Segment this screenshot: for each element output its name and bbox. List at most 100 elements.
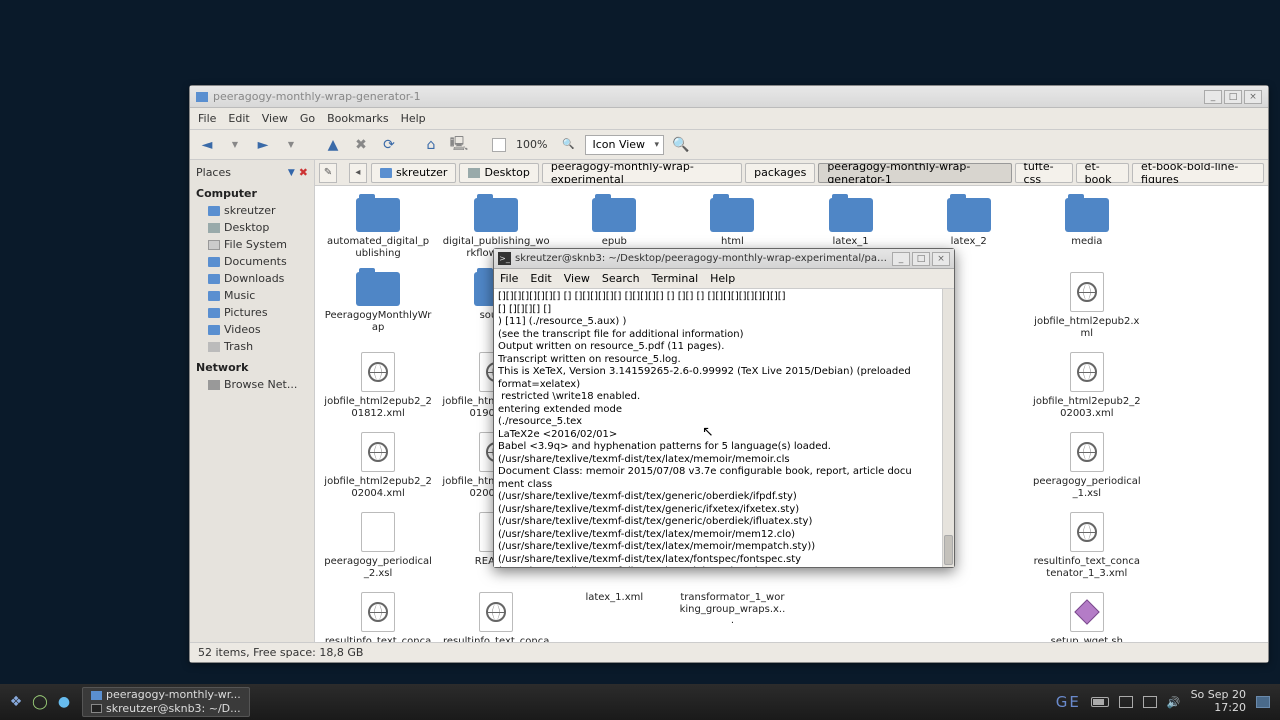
keyboard-layout-indicator[interactable]: GE	[1056, 693, 1081, 711]
file-item[interactable]: transformator_1_working_group_wraps.x...	[677, 592, 787, 642]
term-menu-terminal[interactable]: Terminal	[652, 272, 699, 285]
close-button[interactable]: ×	[1244, 90, 1262, 104]
folder-icon	[474, 198, 518, 232]
term-menu-file[interactable]: File	[500, 272, 518, 285]
menu-view[interactable]: View	[262, 112, 288, 125]
file-item[interactable]: latex_1.xml	[559, 592, 669, 642]
file-item[interactable]: jobfile_html2epub2_202003.xml	[1032, 352, 1142, 420]
term-menubar: File Edit View Search Terminal Help	[494, 269, 954, 289]
forward-menu-icon[interactable]: ▼	[280, 134, 302, 156]
start-menu-button[interactable]: ❖	[6, 692, 26, 712]
file-item[interactable]: jobfile_html2epub2_202004.xml	[323, 432, 433, 500]
file-label: peeragogy_periodical_2.xsl	[324, 556, 432, 580]
menu-help[interactable]: Help	[401, 112, 426, 125]
xml-file-icon	[1070, 272, 1104, 312]
volume-icon[interactable]: 🔊	[1167, 696, 1181, 709]
zoom-fit-icon[interactable]	[492, 138, 506, 152]
clock[interactable]: So Sep 20 17:20	[1191, 689, 1246, 714]
term-minimize-button[interactable]: _	[892, 252, 910, 266]
sidebar-item[interactable]: Desktop	[190, 219, 314, 236]
web-browser-button[interactable]: ●	[54, 692, 74, 712]
term-menu-view[interactable]: View	[564, 272, 590, 285]
sidebar-item-icon	[208, 308, 220, 318]
file-label: resultinfo_text_concatenator_1_202005_wo…	[324, 636, 432, 642]
tray-icon-1[interactable]	[1119, 696, 1133, 708]
file-item[interactable]: PeeragogyMonthlyWrap	[323, 272, 433, 340]
sidebar-item[interactable]: Trash	[190, 338, 314, 355]
terminal-output[interactable]: [][][][][][][][] [] [][][][][][] [][][][…	[494, 289, 954, 567]
xml-file-icon	[361, 592, 395, 632]
forward-button[interactable]: ►	[252, 134, 274, 156]
battery-icon[interactable]	[1091, 697, 1109, 707]
stop-button[interactable]: ✖	[350, 134, 372, 156]
places-collapse-icon[interactable]: ▼	[288, 168, 295, 178]
term-title-text: skreutzer@sknb3: ~/Desktop/peeragogy-mon…	[515, 253, 890, 264]
file-item[interactable]: jobfile_html2epub2.xml	[1032, 272, 1142, 340]
breadcrumb-segment[interactable]: peeragogy-monthly-wrap-experimental	[542, 163, 742, 183]
sidebar-item[interactable]: Pictures	[190, 304, 314, 321]
sidebar-item[interactable]: File System	[190, 236, 314, 253]
activities-button[interactable]: ◯	[30, 692, 50, 712]
sidebar-item-icon	[208, 206, 220, 216]
breadcrumb-segment[interactable]: et-book-bold-line-figures	[1132, 163, 1264, 183]
term-menu-help[interactable]: Help	[710, 272, 735, 285]
term-maximize-button[interactable]: □	[912, 252, 930, 266]
term-scroll-thumb[interactable]	[944, 535, 953, 565]
file-item[interactable]: resultinfo_text_concatenator_1_202005_wo…	[323, 592, 433, 642]
tray-icon-2[interactable]	[1143, 696, 1157, 708]
breadcrumb-segment[interactable]: skreutzer	[371, 163, 457, 183]
edit-path-button[interactable]: ✎	[319, 163, 337, 183]
breadcrumb-segment[interactable]: tufte-css	[1015, 163, 1073, 183]
fm-titlebar[interactable]: peeragogy-monthly-wrap-generator-1 _ □ ×	[190, 86, 1268, 108]
file-label: PeeragogyMonthlyWrap	[324, 310, 432, 334]
reload-button[interactable]: ⟳	[378, 134, 400, 156]
breadcrumb-segment[interactable]: packages	[745, 163, 815, 183]
back-menu-icon[interactable]: ▼	[224, 134, 246, 156]
back-button[interactable]: ◄	[196, 134, 218, 156]
terminal-icon	[91, 704, 102, 713]
maximize-button[interactable]: □	[1224, 90, 1242, 104]
breadcrumb-segment[interactable]: Desktop	[459, 163, 538, 183]
zoom-in-icon[interactable]: 🔍	[557, 134, 579, 156]
folder-icon	[829, 198, 873, 232]
taskbar-task-filemanager[interactable]: peeragogy-monthly-wr... skreutzer@sknb3:…	[82, 687, 250, 717]
up-button[interactable]: ▲	[322, 134, 344, 156]
sidebar-item[interactable]: Downloads	[190, 270, 314, 287]
file-item[interactable]: resultinfo_text_concatenator_1_202008_wo…	[441, 592, 551, 642]
show-desktop-button[interactable]	[1256, 696, 1270, 708]
term-menu-search[interactable]: Search	[602, 272, 640, 285]
file-label: jobfile_html2epub2.xml	[1033, 316, 1141, 340]
menu-edit[interactable]: Edit	[228, 112, 249, 125]
term-close-button[interactable]: ×	[932, 252, 950, 266]
term-titlebar[interactable]: >_ skreutzer@sknb3: ~/Desktop/peeragogy-…	[494, 249, 954, 269]
folder-icon	[710, 198, 754, 232]
crumb-scroll-left[interactable]: ◂	[349, 163, 367, 183]
menu-go[interactable]: Go	[300, 112, 315, 125]
sidebar-item[interactable]: Browse Net...	[190, 376, 314, 393]
file-item[interactable]: media	[1032, 198, 1142, 260]
file-item[interactable]: jobfile_html2epub2_201812.xml	[323, 352, 433, 420]
sidebar-item[interactable]: skreutzer	[190, 202, 314, 219]
file-item[interactable]: peeragogy_periodical_1.xsl	[1032, 432, 1142, 500]
sidebar-item[interactable]: Videos	[190, 321, 314, 338]
sidebar-item[interactable]: Documents	[190, 253, 314, 270]
view-mode-select[interactable]: Icon View	[585, 135, 664, 155]
minimize-button[interactable]: _	[1204, 90, 1222, 104]
term-scrollbar[interactable]	[942, 289, 954, 567]
term-menu-edit[interactable]: Edit	[530, 272, 551, 285]
file-item[interactable]: peeragogy_periodical_2.xsl	[323, 512, 433, 580]
sidebar-item[interactable]: Music	[190, 287, 314, 304]
computer-button[interactable]: 🖳	[448, 134, 470, 156]
sidebar-item-icon	[208, 342, 220, 352]
breadcrumb-segment[interactable]: peeragogy-monthly-wrap-generator-1	[818, 163, 1011, 183]
places-remove-icon[interactable]: ✖	[299, 166, 308, 179]
search-button[interactable]: 🔍	[670, 134, 692, 156]
file-item[interactable]: setup_wget.sh	[1032, 592, 1142, 642]
home-button[interactable]: ⌂	[420, 134, 442, 156]
file-item[interactable]: resultinfo_text_concatenator_1_3.xml	[1032, 512, 1142, 580]
breadcrumb-segment[interactable]: et-book	[1076, 163, 1129, 183]
menu-bookmarks[interactable]: Bookmarks	[327, 112, 388, 125]
file-item[interactable]: automated_digital_publishing	[323, 198, 433, 260]
menu-file[interactable]: File	[198, 112, 216, 125]
status-bar: 52 items, Free space: 18,8 GB	[190, 642, 1268, 662]
